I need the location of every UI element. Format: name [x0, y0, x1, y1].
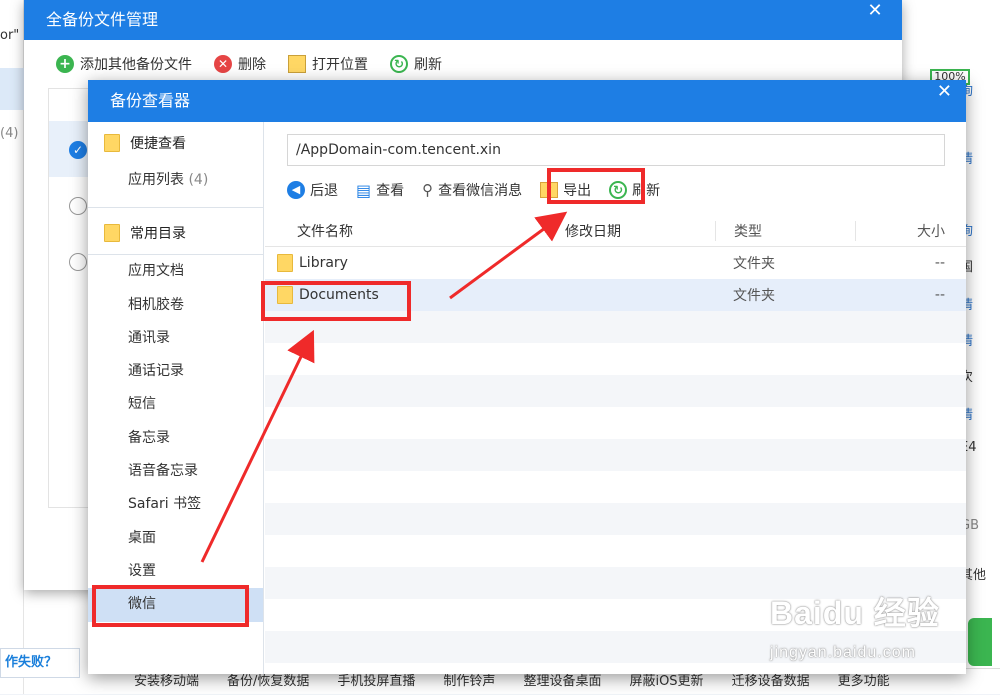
watermark-url: jingyan.baidu.com	[770, 644, 916, 661]
baidu-watermark: Baidu 经验 jingyan.baidu.com	[770, 588, 990, 688]
arrow-to-export	[449, 211, 568, 300]
arrow-to-documents	[200, 329, 315, 563]
watermark-logo: Baidu 经验	[770, 595, 940, 631]
